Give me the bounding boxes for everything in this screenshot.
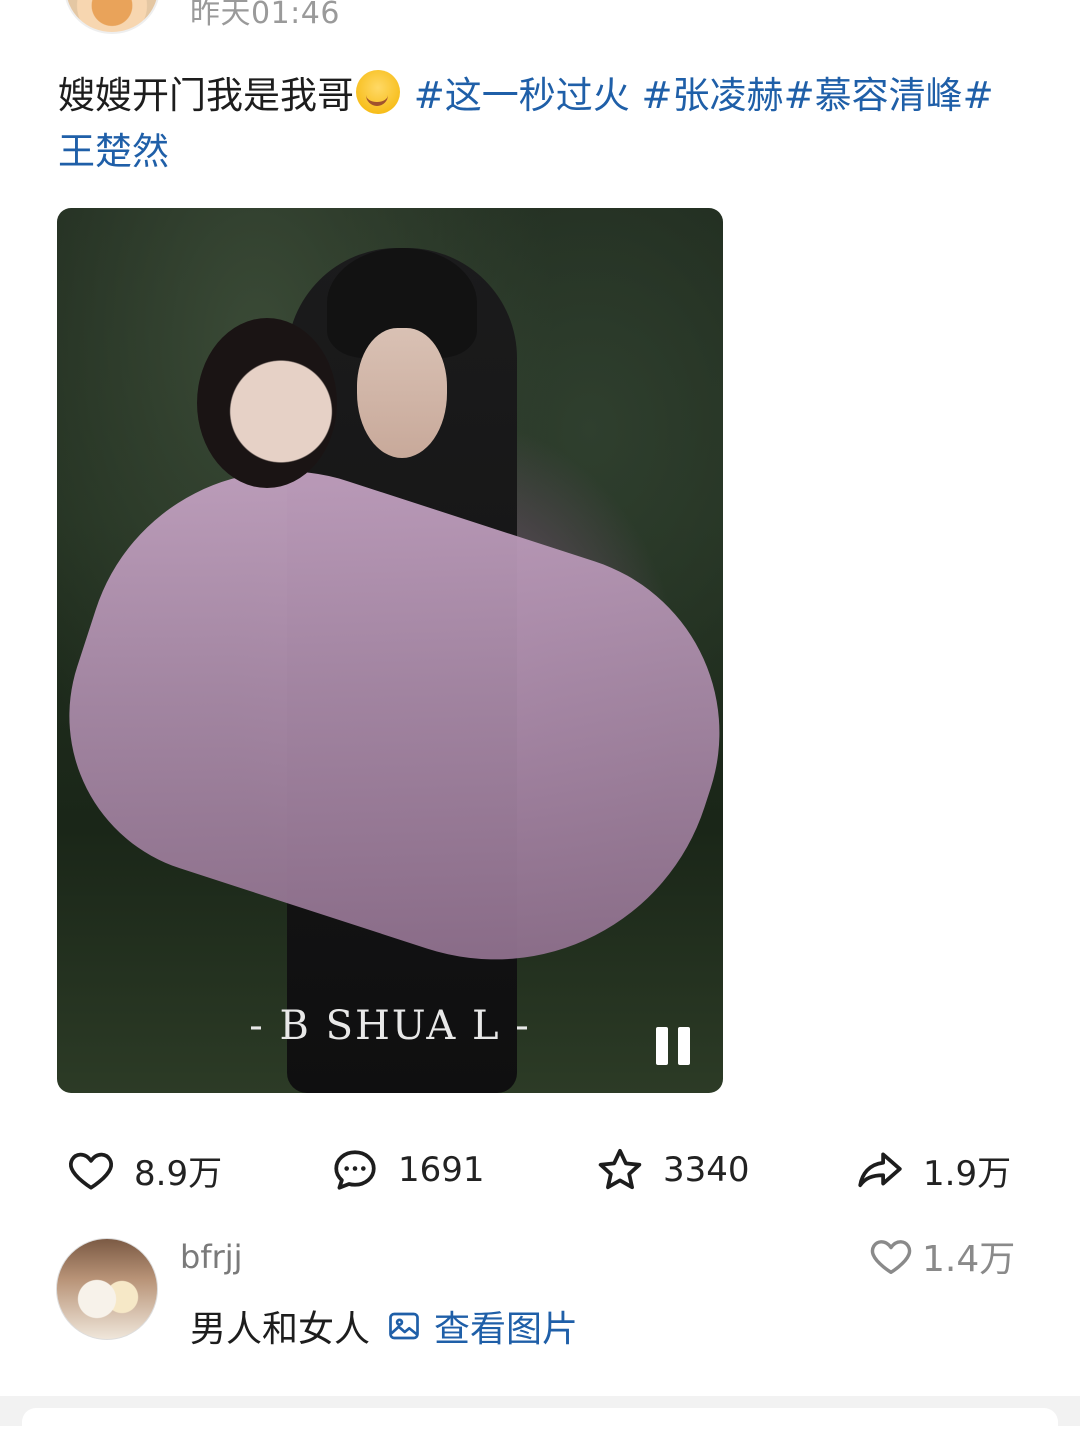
pause-icon[interactable] bbox=[652, 1023, 696, 1069]
commenter-username[interactable]: bfrjj bbox=[180, 1238, 243, 1276]
commenter-avatar[interactable] bbox=[56, 1238, 158, 1340]
hashtag-link[interactable]: #这一秒过火 bbox=[414, 74, 630, 117]
image-icon bbox=[389, 1312, 419, 1340]
video-watermark: - B SHUA L - bbox=[249, 1003, 531, 1049]
post-header: 昨天01:46 bbox=[0, 0, 1080, 34]
video-frame-dress bbox=[57, 419, 723, 1017]
video-frame-head bbox=[197, 318, 337, 488]
favorite-count: 3340 bbox=[663, 1150, 750, 1190]
comment-like-count: 1.4万 bbox=[922, 1239, 1016, 1280]
comment-bubble-icon bbox=[334, 1150, 376, 1190]
comment-text: 男人和女人 bbox=[190, 1309, 371, 1350]
view-image-link[interactable]: 查看图片 bbox=[386, 1300, 578, 1352]
share-arrow-icon bbox=[858, 1152, 902, 1188]
heart-icon bbox=[870, 1240, 912, 1275]
share-count: 1.9万 bbox=[923, 1153, 1012, 1194]
video-frame-face bbox=[357, 328, 447, 458]
author-avatar[interactable] bbox=[64, 0, 160, 34]
comment-like-button[interactable]: 1.4万 bbox=[868, 1230, 1015, 1282]
post-text: 嫂嫂开门我是我哥 #这一秒过火 #张凌赫#慕容清峰#王楚然 bbox=[58, 68, 1018, 180]
comment-text-row: 男人和女人 查看图片 bbox=[190, 1300, 578, 1352]
next-card-edge bbox=[22, 1408, 1058, 1438]
like-button[interactable]: 8.9万 bbox=[66, 1140, 222, 1200]
hashtag-link[interactable]: #慕容清峰 bbox=[784, 74, 963, 117]
comment-button[interactable]: 1691 bbox=[330, 1140, 485, 1200]
heart-icon bbox=[69, 1152, 113, 1190]
view-image-label: 查看图片 bbox=[434, 1309, 579, 1350]
like-count: 8.9万 bbox=[134, 1153, 223, 1194]
share-button[interactable]: 1.9万 bbox=[855, 1140, 1011, 1200]
favorite-button[interactable]: 3340 bbox=[595, 1140, 750, 1200]
drooling-face-emoji-icon bbox=[356, 70, 400, 114]
comment-count: 1691 bbox=[398, 1150, 485, 1190]
post-body-text: 嫂嫂开门我是我哥 bbox=[58, 74, 354, 117]
post-timestamp: 昨天01:46 bbox=[190, 0, 340, 31]
video-player[interactable]: - B SHUA L - bbox=[57, 208, 723, 1093]
star-icon bbox=[598, 1148, 642, 1190]
hashtag-link[interactable]: #张凌赫 bbox=[642, 74, 784, 117]
comment-item: bfrjj 男人和女人 查看图片 1.4万 bbox=[0, 1230, 1080, 1370]
action-bar: 8.9万 1691 3340 1.9万 bbox=[0, 1140, 1080, 1200]
